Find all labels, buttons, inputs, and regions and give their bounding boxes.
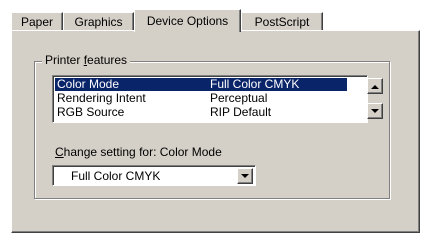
feature-name: Color Mode <box>57 77 120 91</box>
dropdown-selected-value: Full Color CMYK <box>71 169 161 183</box>
printer-features-title: Printer features <box>42 53 131 67</box>
arrow-up-icon <box>371 84 379 89</box>
printer-properties-dialog: Paper Graphics Device Options PostScript… <box>0 0 435 247</box>
tab-postscript[interactable]: PostScript <box>241 12 323 31</box>
feature-setting: Perceptual <box>210 91 268 105</box>
change-setting-label: Change setting for: Color Mode <box>55 145 222 159</box>
tab-device-options[interactable]: Device Options <box>134 9 241 32</box>
list-item[interactable]: Color Mode Full Color CMYK <box>55 78 347 91</box>
feature-name: Rendering Intent <box>57 91 146 105</box>
list-item[interactable]: Rendering Intent Perceptual <box>55 92 347 105</box>
feature-name: RGB Source <box>57 105 125 119</box>
feature-setting: Full Color CMYK <box>210 77 300 91</box>
feature-setting: RIP Default <box>210 105 272 119</box>
tab-paper-label: Paper <box>20 15 54 29</box>
tab-paper[interactable]: Paper <box>11 12 63 31</box>
tab-postscript-label: PostScript <box>254 15 310 29</box>
printer-features-list[interactable]: Color Mode Full Color CMYK Rendering Int… <box>52 75 368 123</box>
list-item[interactable]: RGB Source RIP Default <box>55 106 347 119</box>
scroll-up-button[interactable] <box>367 78 383 94</box>
tab-strip: Paper Graphics Device Options PostScript <box>11 6 421 32</box>
chevron-down-icon <box>241 173 249 178</box>
tab-device-options-label: Device Options <box>146 14 229 28</box>
setting-dropdown[interactable]: Full Color CMYK <box>52 165 256 186</box>
tab-graphics-label: Graphics <box>74 15 123 29</box>
scroll-down-button[interactable] <box>367 103 383 119</box>
arrow-down-icon <box>371 108 379 113</box>
tab-graphics[interactable]: Graphics <box>63 12 134 31</box>
dropdown-button[interactable] <box>237 168 253 184</box>
